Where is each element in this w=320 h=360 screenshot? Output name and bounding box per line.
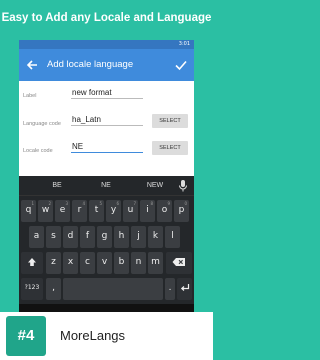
suggestion-item[interactable]: NEW <box>135 181 175 191</box>
key-k[interactable]: k <box>148 226 163 248</box>
key-o[interactable]: o9 <box>157 200 172 222</box>
key-alt: 6 <box>116 201 119 206</box>
key-char: w <box>41 205 50 215</box>
key-s[interactable]: s <box>46 226 61 248</box>
comma-key[interactable]: , <box>46 278 61 300</box>
status-time: 3:01 <box>178 41 190 47</box>
locale-code-input[interactable]: NE <box>71 141 143 153</box>
key-c[interactable]: c <box>80 252 95 274</box>
key-u[interactable]: u7 <box>123 200 138 222</box>
key-d[interactable]: d <box>63 226 78 248</box>
backspace-key[interactable] <box>166 252 192 274</box>
suggestion-strip: BE NE NEW <box>19 176 194 196</box>
key-char: t <box>94 205 99 215</box>
key-r[interactable]: r4 <box>72 200 87 222</box>
period-key[interactable]: . <box>165 278 175 300</box>
key-alt: 5 <box>99 201 102 206</box>
key-alt: 1 <box>31 201 34 206</box>
suggestion-item[interactable]: NE <box>86 181 126 191</box>
phone-screen: 3:01 Add locale language Label new forma… <box>19 40 194 330</box>
key-n[interactable]: n <box>131 252 146 274</box>
key-z[interactable]: z <box>46 252 61 274</box>
locale-form: Label new format Language code ha_Latn S… <box>19 81 194 176</box>
arrow-left-icon[interactable] <box>25 58 39 72</box>
shift-icon <box>28 258 36 266</box>
key-y[interactable]: y6 <box>106 200 121 222</box>
key-q[interactable]: q1 <box>21 200 36 222</box>
key-char: y <box>110 205 117 215</box>
shift-key[interactable] <box>21 252 43 274</box>
key-alt: 7 <box>133 201 136 206</box>
locale-code-caption: Locale code <box>23 148 53 154</box>
key-char: r <box>77 205 82 215</box>
key-h[interactable]: h <box>114 226 129 248</box>
key-char: p <box>178 205 185 215</box>
key-char: o <box>161 205 168 215</box>
key-g[interactable]: g <box>97 226 112 248</box>
key-f[interactable]: f <box>80 226 95 248</box>
key-m[interactable]: m <box>148 252 163 274</box>
promo-banner-title: Easy to Add any Locale and Language <box>1 12 212 24</box>
key-b[interactable]: b <box>114 252 129 274</box>
symbols-key[interactable]: ?123 <box>21 278 43 300</box>
key-char: i <box>146 205 149 215</box>
signal-battery-icon <box>162 42 176 55</box>
key-l[interactable]: l <box>165 226 180 248</box>
key-alt: 8 <box>150 201 153 206</box>
key-alt: 3 <box>65 201 68 206</box>
key-x[interactable]: x <box>63 252 78 274</box>
key-w[interactable]: w2 <box>38 200 53 222</box>
soft-keyboard: BE NE NEW q1 w2 e3 r4 t5 y6 u7 i8 o9 p0 … <box>19 176 194 330</box>
microphone-icon[interactable] <box>178 180 188 192</box>
status-bar: 3:01 <box>19 40 194 55</box>
key-t[interactable]: t5 <box>89 200 104 222</box>
key-i[interactable]: i8 <box>140 200 155 222</box>
key-j[interactable]: j <box>131 226 146 248</box>
key-alt: 4 <box>82 201 85 206</box>
key-alt: 0 <box>184 201 187 206</box>
key-alt: 2 <box>48 201 51 206</box>
check-icon[interactable] <box>174 58 188 72</box>
rank-badge: #4 <box>6 316 46 356</box>
app-footer: #4 MoreLangs <box>0 312 213 360</box>
locale-select-button[interactable]: SELECT <box>152 141 188 155</box>
backspace-icon <box>172 258 185 266</box>
language-code-caption: Language code <box>23 121 61 127</box>
key-char: e <box>59 205 66 215</box>
key-char: q <box>25 205 32 215</box>
key-p[interactable]: p0 <box>174 200 189 222</box>
key-e[interactable]: e3 <box>55 200 70 222</box>
key-alt: 9 <box>167 201 170 206</box>
app-name: MoreLangs <box>60 328 126 343</box>
suggestion-item[interactable]: BE <box>37 181 77 191</box>
key-char: u <box>127 205 134 215</box>
enter-key[interactable] <box>177 278 192 300</box>
key-a[interactable]: a <box>29 226 44 248</box>
language-select-button[interactable]: SELECT <box>152 114 188 128</box>
label-caption: Label <box>23 93 37 99</box>
enter-icon <box>180 284 189 291</box>
app-bar-title: Add locale language <box>47 59 134 70</box>
space-key[interactable] <box>63 278 163 300</box>
label-input[interactable]: new format <box>71 87 143 99</box>
key-v[interactable]: v <box>97 252 112 274</box>
app-bar: Add locale language <box>19 49 194 81</box>
language-code-input[interactable]: ha_Latn <box>71 114 143 126</box>
